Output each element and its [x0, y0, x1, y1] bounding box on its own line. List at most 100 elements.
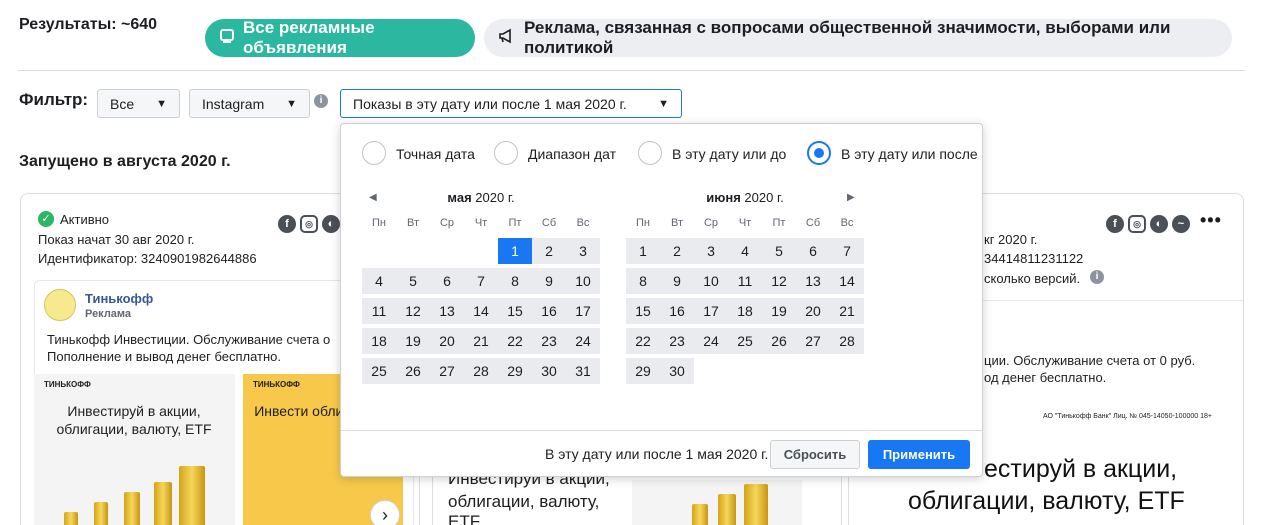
calendar-day-selected[interactable]: 1: [498, 238, 532, 264]
carousel-image[interactable]: ТИНЬКОФФ Инвестируй в акции, облигации, …: [34, 374, 235, 525]
calendar-day[interactable]: 15: [498, 298, 532, 324]
radio-on-or-before[interactable]: [638, 141, 662, 165]
calendar-day[interactable]: 22: [498, 328, 532, 354]
license-text: АО "Тинькофф Банк" Лиц. № 045-14050-1000…: [1043, 413, 1212, 420]
calendar-day[interactable]: 26: [762, 328, 796, 354]
calendar-day[interactable]: 13: [796, 268, 830, 294]
ad-id: Идентификатор: 3240901982644886: [38, 251, 257, 266]
tab-political-ads[interactable]: Реклама, связанная с вопросами обществен…: [484, 18, 1232, 57]
calendar-day[interactable]: 8: [498, 268, 532, 294]
calendar-day[interactable]: 9: [532, 268, 566, 294]
date-filter-select[interactable]: Показы в эту дату или после 1 мая 2020 г…: [340, 89, 682, 118]
calendar-day[interactable]: 19: [762, 298, 796, 324]
calendar-day[interactable]: 16: [660, 298, 694, 324]
calendar-day[interactable]: 29: [498, 358, 532, 384]
calendar-day[interactable]: 29: [626, 358, 660, 384]
calendar-day[interactable]: 18: [362, 328, 396, 354]
calendar-day[interactable]: 13: [430, 298, 464, 324]
radio-on-or-before-label[interactable]: В эту дату или до: [672, 146, 786, 162]
calendar-day[interactable]: 20: [430, 328, 464, 354]
calendar-day[interactable]: 10: [566, 268, 600, 294]
gold-bar: [744, 484, 768, 525]
calendar-day[interactable]: 23: [660, 328, 694, 354]
instagram-icon: ◎: [1128, 215, 1146, 233]
calendar-day[interactable]: 27: [796, 328, 830, 354]
calendar-day[interactable]: 10: [694, 268, 728, 294]
ad-text-line: ции. Обслуживание счета от 0 руб.: [984, 353, 1196, 368]
reset-button[interactable]: Сбросить: [770, 440, 860, 469]
calendar-day[interactable]: 17: [566, 298, 600, 324]
calendar-day[interactable]: 2: [532, 238, 566, 264]
ad-image[interactable]: [632, 480, 802, 525]
radio-date-range[interactable]: [494, 141, 518, 165]
calendar-day[interactable]: 24: [694, 328, 728, 354]
facebook-icon: f: [278, 215, 296, 233]
calendar-day[interactable]: 14: [830, 268, 864, 294]
gold-bar: [179, 466, 205, 525]
calendar-day[interactable]: 6: [430, 268, 464, 294]
more-options-icon[interactable]: •••: [1200, 210, 1222, 231]
divider: [18, 70, 1245, 71]
calendar-day[interactable]: 3: [694, 238, 728, 264]
calendar-day[interactable]: 24: [566, 328, 600, 354]
calendar-day[interactable]: 19: [396, 328, 430, 354]
calendar-day[interactable]: 11: [362, 298, 396, 324]
calendar-day[interactable]: 11: [728, 268, 762, 294]
calendar-day[interactable]: 21: [830, 298, 864, 324]
calendar-day[interactable]: 5: [396, 268, 430, 294]
calendar-day[interactable]: 22: [626, 328, 660, 354]
calendar-day[interactable]: 12: [762, 268, 796, 294]
month-title-june: июня 2020 г.: [626, 190, 864, 205]
start-date: кг 2020 г.: [984, 232, 1038, 247]
calendar-day[interactable]: 16: [532, 298, 566, 324]
calendar-day[interactable]: 6: [796, 238, 830, 264]
calendar-day[interactable]: 14: [464, 298, 498, 324]
calendar-day[interactable]: 18: [728, 298, 762, 324]
calendar-day[interactable]: 26: [396, 358, 430, 384]
calendar-day[interactable]: 30: [532, 358, 566, 384]
calendar-day[interactable]: 25: [728, 328, 762, 354]
gold-bar: [64, 512, 78, 525]
calendar-day[interactable]: 3: [566, 238, 600, 264]
calendar-day[interactable]: 31: [566, 358, 600, 384]
calendar-day[interactable]: 7: [830, 238, 864, 264]
brand-logo[interactable]: [44, 289, 76, 321]
calendar-day[interactable]: 17: [694, 298, 728, 324]
calendar-day[interactable]: 2: [660, 238, 694, 264]
calendar-day[interactable]: 25: [362, 358, 396, 384]
calendar-day[interactable]: 4: [728, 238, 762, 264]
calendar-day[interactable]: 23: [532, 328, 566, 354]
calendar-day[interactable]: 4: [362, 268, 396, 294]
calendar-day[interactable]: 5: [762, 238, 796, 264]
calendar-day[interactable]: 12: [396, 298, 430, 324]
ad-headline-line: естируй в акции,: [984, 455, 1178, 483]
calendar-day[interactable]: 21: [464, 328, 498, 354]
info-icon[interactable]: i: [1090, 270, 1104, 284]
brand-name[interactable]: Тинькофф: [85, 291, 153, 306]
chevron-right-icon[interactable]: ›: [370, 500, 400, 525]
image-logo-text: ТИНЬКОФФ: [253, 380, 300, 389]
tab-all-ads-label: Все рекламные объявления: [243, 18, 375, 57]
calendar-day[interactable]: 28: [830, 328, 864, 354]
calendar-day[interactable]: 20: [796, 298, 830, 324]
radio-date-range-label[interactable]: Диапазон дат: [528, 146, 616, 162]
calendar-day[interactable]: 7: [464, 268, 498, 294]
platform-select[interactable]: Instagram ▼: [189, 89, 310, 118]
calendar-day[interactable]: 27: [430, 358, 464, 384]
radio-on-or-after-label[interactable]: В эту дату или после: [841, 146, 978, 162]
radio-exact-date-label[interactable]: Точная дата: [396, 146, 475, 162]
ad-type-select[interactable]: Все ▼: [97, 89, 180, 118]
next-month-icon[interactable]: ▶: [847, 192, 855, 203]
calendar-day[interactable]: 1: [626, 238, 660, 264]
calendar-day[interactable]: 9: [660, 268, 694, 294]
info-icon[interactable]: i: [314, 94, 328, 108]
tab-all-ads[interactable]: Все рекламные объявления: [205, 18, 475, 57]
apply-button[interactable]: Применить: [868, 440, 970, 469]
radio-on-or-after[interactable]: [807, 141, 831, 165]
sponsored-label: Реклама: [85, 308, 132, 320]
calendar-day[interactable]: 8: [626, 268, 660, 294]
radio-exact-date[interactable]: [362, 141, 386, 165]
calendar-day[interactable]: 15: [626, 298, 660, 324]
calendar-day[interactable]: 28: [464, 358, 498, 384]
calendar-day[interactable]: 30: [660, 358, 694, 384]
